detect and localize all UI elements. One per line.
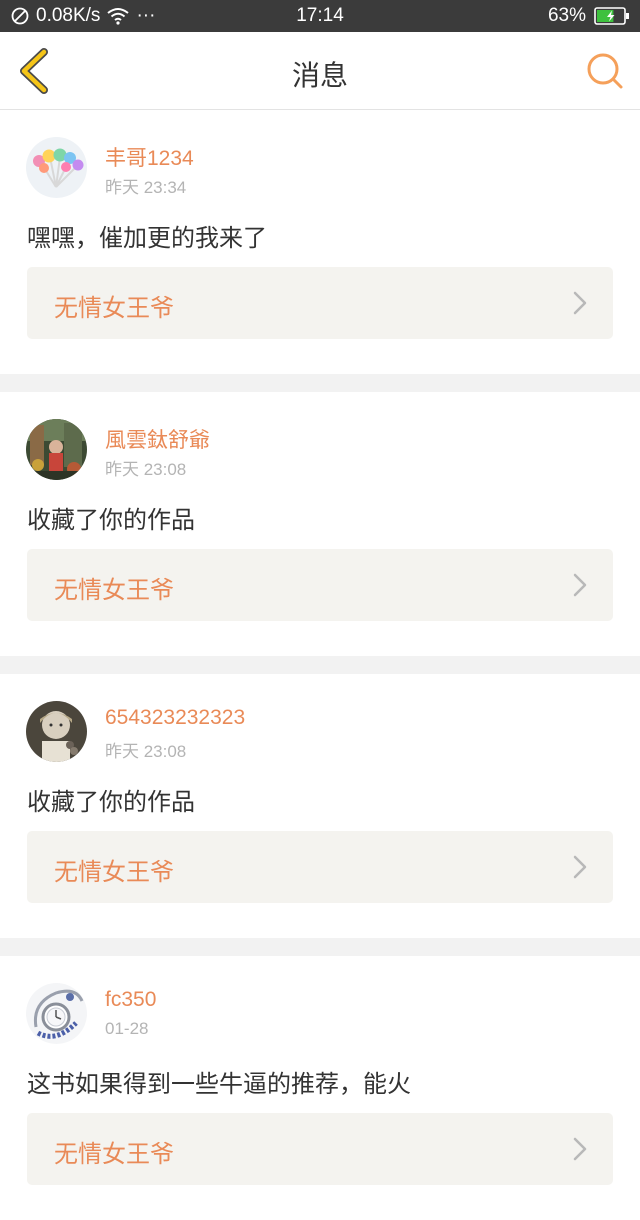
message-time: 01-28 <box>105 1019 149 1038</box>
username[interactable]: 654323232323 <box>105 706 245 730</box>
divider <box>0 374 640 392</box>
status-bar: 0.08K/s ··· 17:14 63% <box>0 0 640 32</box>
work-title: 无情女王爷 <box>54 858 174 886</box>
work-link[interactable]: 无情女王爷 <box>27 1113 613 1185</box>
work-link[interactable]: 无情女王爷 <box>27 267 613 339</box>
search-icon <box>587 53 623 89</box>
message-card: fc350 01-28 这书如果得到一些牛逼的推荐，能火 无情女王爷 <box>0 956 640 1220</box>
work-title: 无情女王爷 <box>54 576 174 604</box>
message-card: 654323232323 昨天 23:08 收藏了你的作品 无情女王爷 <box>0 674 640 938</box>
avatar[interactable] <box>26 701 87 762</box>
chevron-right-icon <box>573 291 587 315</box>
message-text: 嘿嘿，催加更的我来了 <box>27 224 267 252</box>
avatar[interactable] <box>26 983 87 1044</box>
message-list: 丰哥1234 昨天 23:34 嘿嘿，催加更的我来了 无情女王爷 風雲鈦舒爺 昨… <box>0 110 640 1220</box>
chevron-right-icon <box>573 1137 587 1161</box>
avatar[interactable] <box>26 419 87 480</box>
avatar-lollipops-image <box>26 137 87 198</box>
avatar[interactable] <box>26 137 87 198</box>
battery-icon <box>594 7 629 25</box>
work-link[interactable]: 无情女王爷 <box>27 831 613 903</box>
search-button[interactable] <box>586 52 624 90</box>
message-text: 这书如果得到一些牛逼的推荐，能火 <box>27 1070 411 1098</box>
username[interactable]: 風雲鈦舒爺 <box>105 424 210 454</box>
message-time: 昨天 23:08 <box>105 460 187 479</box>
work-title: 无情女王爷 <box>54 1140 174 1168</box>
work-link[interactable]: 无情女王爷 <box>27 549 613 621</box>
avatar-portrait-image <box>26 701 87 762</box>
page-title: 消息 <box>291 59 348 92</box>
username[interactable]: fc350 <box>105 988 156 1012</box>
avatar-watch-image <box>26 983 87 1044</box>
message-card: 丰哥1234 昨天 23:34 嘿嘿，催加更的我来了 无情女王爷 <box>0 110 640 374</box>
chevron-right-icon <box>573 573 587 597</box>
message-text: 收藏了你的作品 <box>27 506 195 534</box>
message-time: 昨天 23:08 <box>105 742 187 761</box>
divider <box>0 656 640 674</box>
work-title: 无情女王爷 <box>54 294 174 322</box>
avatar-street-image <box>26 419 87 480</box>
message-time: 昨天 23:34 <box>105 178 187 197</box>
username[interactable]: 丰哥1234 <box>105 142 194 172</box>
battery-percent: 63% <box>547 5 586 26</box>
chevron-right-icon <box>573 855 587 879</box>
message-text: 收藏了你的作品 <box>27 788 195 816</box>
divider <box>0 938 640 956</box>
status-right: 63% <box>548 5 630 27</box>
navigation-bar: 消息 <box>0 32 640 110</box>
status-time: 17:14 <box>296 5 344 26</box>
message-card: 風雲鈦舒爺 昨天 23:08 收藏了你的作品 无情女王爷 <box>0 392 640 656</box>
